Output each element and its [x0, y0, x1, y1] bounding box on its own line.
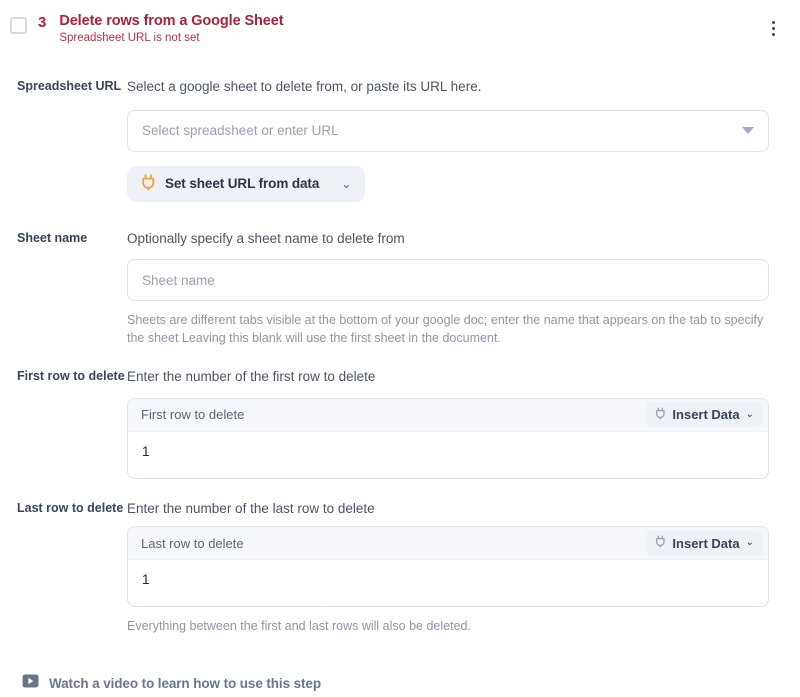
label-spreadsheet-url: Spreadsheet URL — [0, 78, 127, 94]
step-number: 3 — [38, 15, 46, 30]
chevron-down-icon: ⌄ — [746, 538, 754, 548]
spreadsheet-url-input[interactable]: Select spreadsheet or enter URL — [127, 110, 769, 152]
sheet-name-input[interactable]: Sheet name — [127, 259, 769, 301]
caption-sheet-name: Optionally specify a sheet name to delet… — [127, 230, 769, 248]
set-sheet-url-from-data-button[interactable]: Set sheet URL from data ⌄ — [127, 166, 365, 202]
form-body: Spreadsheet URL Select a google sheet to… — [0, 78, 800, 693]
help-last-row: Everything between the first and last ro… — [127, 617, 769, 635]
caption-first-row: Enter the number of the first row to del… — [127, 368, 769, 386]
label-last-row: Last row to delete — [0, 500, 127, 516]
last-row-field-header: Last row to delete Insert Data — [128, 527, 768, 560]
play-video-icon — [22, 674, 39, 693]
kebab-dot — [772, 33, 775, 36]
last-row-field: Last row to delete Insert Data — [127, 526, 769, 607]
insert-data-button-first-row[interactable]: Insert Data ⌄ — [646, 402, 763, 427]
label-first-row: First row to delete — [0, 368, 127, 384]
dropdown-caret-icon[interactable] — [742, 127, 754, 134]
first-row-value[interactable]: 1 — [128, 432, 768, 478]
step-header: 3 Delete rows from a Google Sheet Spread… — [0, 0, 800, 56]
last-row-head-label: Last row to delete — [141, 536, 244, 551]
last-row-value[interactable]: 1 — [128, 560, 768, 606]
caption-last-row: Enter the number of the last row to dele… — [127, 500, 769, 518]
page-title: Delete rows from a Google Sheet — [59, 12, 762, 30]
chevron-down-icon: ⌄ — [746, 410, 754, 420]
plug-icon — [655, 535, 666, 551]
kebab-dot — [772, 27, 775, 30]
plug-icon — [141, 174, 156, 194]
status-badge: Spreadsheet URL is not set — [59, 31, 762, 47]
chevron-down-icon: ⌄ — [341, 178, 351, 190]
form-row-last-row: Last row to delete Enter the number of t… — [0, 500, 784, 636]
insert-data-label: Insert Data — [672, 407, 739, 422]
label-sheet-name: Sheet name — [0, 230, 127, 246]
first-row-field: First row to delete Insert Data — [127, 398, 769, 479]
insert-data-label: Insert Data — [672, 536, 739, 551]
form-row-spreadsheet-url: Spreadsheet URL Select a google sheet to… — [0, 78, 784, 202]
kebab-menu-icon[interactable] — [762, 15, 784, 41]
step-title-group: Delete rows from a Google Sheet Spreadsh… — [59, 12, 762, 47]
spreadsheet-url-placeholder: Select spreadsheet or enter URL — [142, 123, 742, 138]
sheet-name-placeholder: Sheet name — [142, 273, 754, 288]
form-row-first-row: First row to delete Enter the number of … — [0, 368, 784, 479]
plug-icon — [655, 407, 666, 423]
insert-data-button-last-row[interactable]: Insert Data ⌄ — [646, 531, 763, 556]
form-row-sheet-name: Sheet name Optionally specify a sheet na… — [0, 230, 784, 348]
watch-video-link[interactable]: Watch a video to learn how to use this s… — [0, 674, 784, 693]
step-enabled-checkbox[interactable] — [10, 17, 27, 34]
help-sheet-name: Sheets are different tabs visible at the… — [127, 311, 769, 347]
step-card: 3 Delete rows from a Google Sheet Spread… — [0, 0, 800, 697]
caption-spreadsheet-url: Select a google sheet to delete from, or… — [127, 78, 769, 96]
set-sheet-url-label: Set sheet URL from data — [165, 176, 319, 191]
first-row-field-header: First row to delete Insert Data — [128, 399, 768, 432]
watch-video-label: Watch a video to learn how to use this s… — [49, 676, 321, 691]
first-row-head-label: First row to delete — [141, 407, 244, 422]
kebab-dot — [772, 21, 775, 24]
